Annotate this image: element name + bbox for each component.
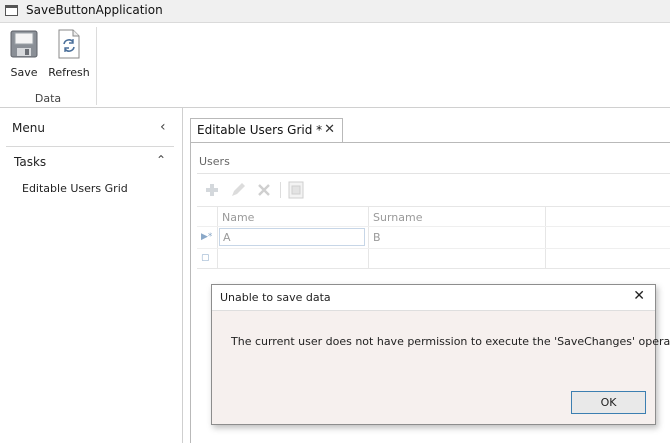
save-button[interactable]: Save xyxy=(2,27,46,79)
grid-toolbar xyxy=(197,176,670,204)
ribbon-group-label: Data xyxy=(34,92,62,105)
table-cell-name[interactable]: A xyxy=(223,231,231,244)
nav-item-editable-users-grid[interactable]: Editable Users Grid xyxy=(22,182,128,195)
refresh-button[interactable]: Refresh xyxy=(47,27,91,79)
column-divider xyxy=(368,207,369,269)
row-divider xyxy=(197,226,670,227)
add-icon[interactable] xyxy=(203,181,221,199)
window-title: SaveButtonApplication xyxy=(26,3,163,17)
grid-bottom-line xyxy=(197,268,670,269)
group-divider xyxy=(197,173,670,174)
error-dialog: Unable to save data ✕ The current user d… xyxy=(211,284,670,425)
column-header-name[interactable]: Name xyxy=(222,211,254,224)
table-cell-surname[interactable]: B xyxy=(373,231,381,244)
tasks-section-header[interactable]: Tasks xyxy=(14,155,46,169)
menu-header: Menu xyxy=(12,121,45,135)
tab-label: Editable Users Grid * xyxy=(197,123,323,137)
chevron-up-icon[interactable]: ⌃ xyxy=(156,153,166,167)
users-group-label: Users xyxy=(199,155,230,168)
column-divider xyxy=(545,207,546,269)
edit-icon[interactable] xyxy=(229,181,247,199)
row-divider xyxy=(197,248,670,249)
dialog-title: Unable to save data xyxy=(220,291,331,304)
app-window-icon xyxy=(5,5,18,16)
title-bar: SaveButtonApplication xyxy=(0,0,670,23)
current-row-indicator-icon: ▶* xyxy=(201,232,213,242)
close-tab-icon[interactable]: ✕ xyxy=(324,122,335,137)
delete-icon[interactable] xyxy=(255,181,273,199)
export-to-excel-icon[interactable] xyxy=(287,181,305,199)
menu-divider xyxy=(6,146,174,147)
column-divider xyxy=(217,207,218,269)
refresh-button-label: Refresh xyxy=(48,66,90,79)
dialog-message: The current user does not have permissio… xyxy=(231,335,670,348)
ribbon-separator xyxy=(96,27,97,105)
save-icon xyxy=(10,30,38,58)
name-cell-editor[interactable] xyxy=(219,228,365,246)
tab-editable-users-grid[interactable]: Editable Users Grid * ✕ xyxy=(190,118,343,142)
column-header-surname[interactable]: Surname xyxy=(373,211,422,224)
ok-button[interactable]: OK xyxy=(571,391,646,414)
new-row-indicator-icon: ▢ xyxy=(201,253,210,263)
refresh-icon xyxy=(58,29,80,59)
save-button-label: Save xyxy=(10,66,38,79)
users-grid: Name Surname ▶* A B ▢ xyxy=(197,206,670,269)
dialog-close-icon[interactable]: ✕ xyxy=(633,288,645,304)
navigation-menu: Menu ‹ Tasks ⌃ Editable Users Grid xyxy=(0,108,183,443)
toolbar-separator xyxy=(280,182,281,198)
dialog-title-bar: Unable to save data ✕ xyxy=(212,285,655,311)
collapse-menu-icon[interactable]: ‹ xyxy=(160,119,166,135)
ribbon: Save Refresh Data xyxy=(0,23,670,108)
